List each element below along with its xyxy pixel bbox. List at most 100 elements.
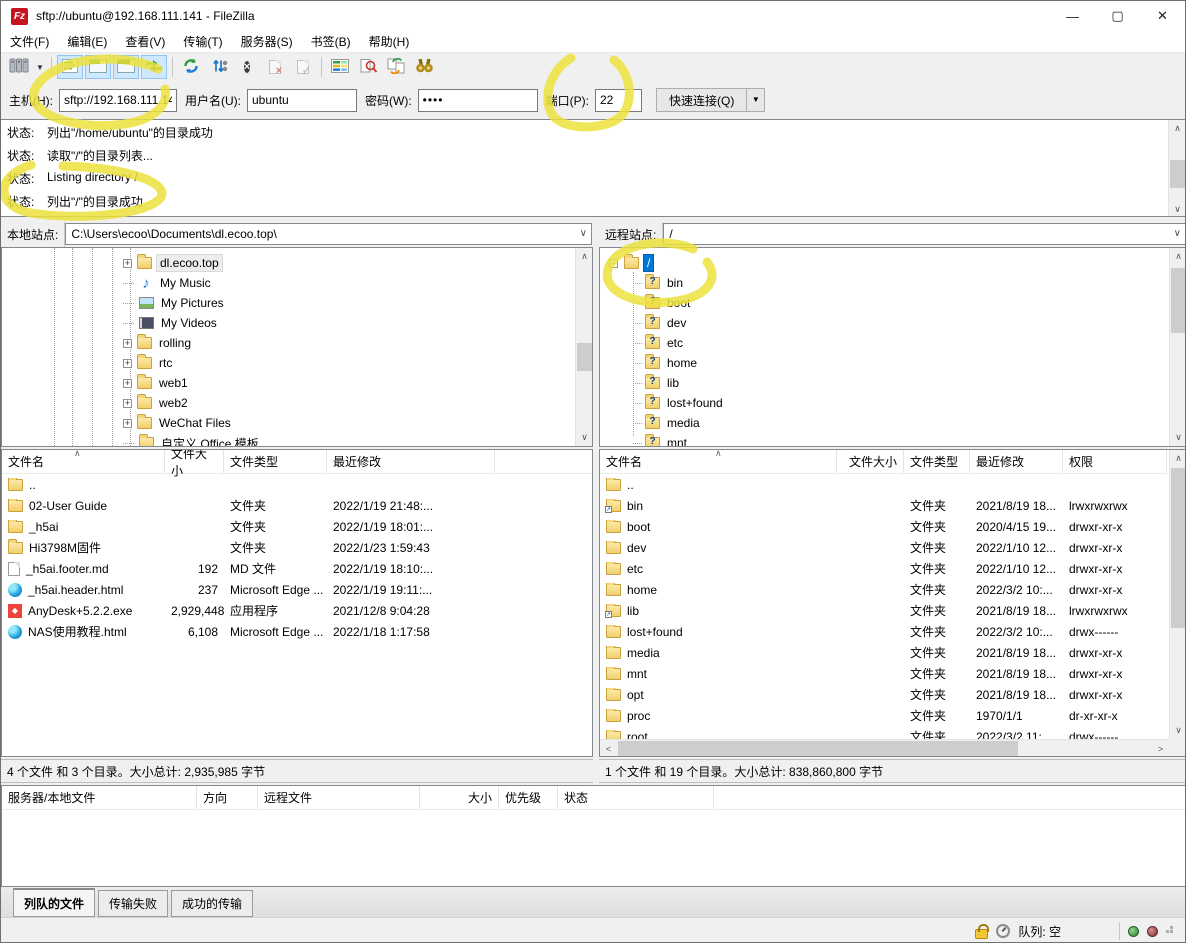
tree-item--[interactable]: -/ — [600, 253, 1186, 273]
file-row[interactable]: proc文件夹1970/1/1dr-xr-xr-x — [600, 705, 1186, 726]
tree-item-dev[interactable]: ?dev — [600, 313, 1186, 333]
scroll-up-icon[interactable]: ∧ — [1170, 248, 1186, 265]
close-button[interactable]: ✕ — [1140, 1, 1185, 31]
file-row[interactable]: dev文件夹2022/1/10 12...drwxr-xr-x — [600, 537, 1186, 558]
tree-item-web1[interactable]: +web1 — [2, 373, 592, 393]
toggle-transfer-queue-button[interactable] — [141, 55, 167, 79]
tree-expander-icon[interactable]: + — [123, 259, 132, 268]
tree-item-web2[interactable]: +web2 — [2, 393, 592, 413]
scroll-down-icon[interactable]: ∨ — [1170, 429, 1186, 446]
tree-expander-icon[interactable]: + — [123, 419, 132, 428]
column-header-2[interactable]: 文件大小 — [165, 450, 224, 473]
tree-item-media[interactable]: ?media — [600, 413, 1186, 433]
menu-item-传输[interactable]: 传输(T) — [174, 31, 231, 52]
scrollbar-thumb[interactable] — [1170, 160, 1185, 188]
directory-comparison-button[interactable] — [327, 55, 353, 79]
file-row[interactable]: 02-User Guide文件夹2022/1/19 21:48:... — [2, 495, 592, 516]
search-button[interactable] — [411, 55, 437, 79]
file-row[interactable]: _h5ai文件夹2022/1/19 18:01:... — [2, 516, 592, 537]
column-header-3[interactable]: 文件类型 — [224, 450, 327, 473]
queue-column-header-6[interactable]: 状态 — [558, 786, 714, 809]
site-manager-button[interactable] — [6, 55, 32, 79]
file-row[interactable]: media文件夹2021/8/19 18...drwxr-xr-x — [600, 642, 1186, 663]
maximize-button[interactable]: ▢ — [1095, 1, 1140, 31]
tree-item-My-Pictures[interactable]: My Pictures — [2, 293, 592, 313]
scroll-down-icon[interactable]: ∨ — [1170, 722, 1186, 739]
password-input[interactable] — [418, 89, 538, 112]
column-header-1[interactable]: 文件名 — [2, 450, 165, 473]
menu-item-服务器[interactable]: 服务器(S) — [232, 31, 302, 52]
tab-列队的文件[interactable]: 列队的文件 — [13, 888, 95, 917]
remote-tree-scrollbar[interactable]: ∧ ∨ — [1169, 248, 1186, 446]
scrollbar-thumb[interactable] — [1171, 268, 1186, 333]
scroll-right-icon[interactable]: > — [1152, 740, 1169, 757]
file-row[interactable]: opt文件夹2021/8/19 18...drwxr-xr-x — [600, 684, 1186, 705]
site-manager-dropdown-icon[interactable]: ▼ — [33, 55, 47, 79]
sort-ascending-icon[interactable]: ∧ — [74, 449, 81, 459]
column-header-5[interactable]: 权限 — [1063, 450, 1167, 473]
file-row[interactable]: NAS使用教程.html6,108Microsoft Edge ...2022/… — [2, 621, 592, 642]
quickconnect-button[interactable]: 快速连接(Q) — [656, 88, 747, 112]
remote-path-combo[interactable]: / ∨ — [663, 223, 1186, 245]
menu-item-文件[interactable]: 文件(F) — [1, 31, 58, 52]
port-input[interactable] — [595, 89, 642, 112]
tree-item-mnt[interactable]: ?mnt — [600, 433, 1186, 447]
tree-item-自定义-Office-模板[interactable]: 自定义 Office 模板 — [2, 433, 592, 447]
tree-item-rolling[interactable]: +rolling — [2, 333, 592, 353]
file-row[interactable]: ↗bin文件夹2021/8/19 18...lrwxrwxrwx — [600, 495, 1186, 516]
resize-grip[interactable] — [1170, 930, 1173, 933]
tree-item-rtc[interactable]: +rtc — [2, 353, 592, 373]
sort-ascending-icon[interactable]: ∧ — [715, 449, 722, 459]
tree-item-My-Music[interactable]: ♪My Music — [2, 273, 592, 293]
scrollbar-thumb[interactable] — [1171, 468, 1186, 628]
file-row[interactable]: boot文件夹2020/4/15 19...drwxr-xr-x — [600, 516, 1186, 537]
file-row[interactable]: _h5ai.header.html237Microsoft Edge ...20… — [2, 579, 592, 600]
local-path-combo[interactable]: C:\Users\ecoo\Documents\dl.ecoo.top\ ∨ — [65, 223, 592, 245]
host-input[interactable] — [59, 89, 177, 112]
queue-column-header-2[interactable]: 方向 — [197, 786, 258, 809]
find-files-button[interactable] — [355, 55, 381, 79]
speed-limit-icon[interactable] — [996, 924, 1010, 938]
tab-成功的传输[interactable]: 成功的传输 — [171, 890, 253, 917]
scroll-left-icon[interactable]: < — [600, 740, 617, 757]
tree-expander-icon[interactable]: + — [123, 379, 132, 388]
synchronized-browsing-button[interactable] — [383, 55, 409, 79]
message-log-scrollbar[interactable]: ∧ ∨ — [1168, 120, 1185, 217]
remove-selected-button[interactable]: × — [262, 55, 288, 79]
scrollbar-thumb[interactable] — [577, 343, 592, 371]
tree-item-lib[interactable]: ?lib — [600, 373, 1186, 393]
quickconnect-dropdown[interactable]: ▼ — [747, 88, 765, 112]
tree-expander-icon[interactable]: + — [123, 359, 132, 368]
remote-list-hscrollbar[interactable]: < > — [600, 739, 1169, 756]
scroll-up-icon[interactable]: ∧ — [1169, 120, 1185, 137]
menu-item-编辑[interactable]: 编辑(E) — [58, 31, 116, 52]
refresh-button[interactable] — [178, 55, 204, 79]
queue-column-header-1[interactable]: 服务器/本地文件 — [2, 786, 197, 809]
toggle-remote-tree-button[interactable] — [113, 55, 139, 79]
tree-item-bin[interactable]: ?bin — [600, 273, 1186, 293]
process-queue-button[interactable] — [206, 55, 232, 79]
queue-column-header-5[interactable]: 优先级 — [499, 786, 558, 809]
scroll-up-icon[interactable]: ∧ — [576, 248, 593, 265]
file-row[interactable]: home文件夹2022/3/2 10:...drwxr-xr-x — [600, 579, 1186, 600]
menu-item-帮助[interactable]: 帮助(H) — [360, 31, 419, 52]
toggle-local-tree-button[interactable] — [85, 55, 111, 79]
file-row[interactable]: .. — [600, 474, 1186, 495]
tree-item-WeChat-Files[interactable]: +WeChat Files — [2, 413, 592, 433]
tree-item-home[interactable]: ?home — [600, 353, 1186, 373]
file-row[interactable]: ↗lib文件夹2021/8/19 18...lrwxrwxrwx — [600, 600, 1186, 621]
username-input[interactable] — [247, 89, 357, 112]
menu-item-查看[interactable]: 查看(V) — [116, 31, 174, 52]
file-row[interactable]: etc文件夹2022/1/10 12...drwxr-xr-x — [600, 558, 1186, 579]
file-row[interactable]: root文件夹2022/3/2 11:...drwx------ — [600, 726, 1186, 740]
file-row[interactable]: .. — [2, 474, 592, 495]
tree-item-etc[interactable]: ?etc — [600, 333, 1186, 353]
chevron-down-icon[interactable]: ∨ — [1174, 228, 1181, 239]
scroll-down-icon[interactable]: ∨ — [576, 429, 593, 446]
tree-item-lost-found[interactable]: ?lost+found — [600, 393, 1186, 413]
cancel-operation-button[interactable]: × — [234, 55, 260, 79]
tree-item-My-Videos[interactable]: My Videos — [2, 313, 592, 333]
tree-collapse-icon[interactable]: - — [609, 259, 618, 268]
tree-item-dl.ecoo.top[interactable]: +dl.ecoo.top — [2, 253, 592, 273]
scroll-down-icon[interactable]: ∨ — [1169, 201, 1185, 217]
